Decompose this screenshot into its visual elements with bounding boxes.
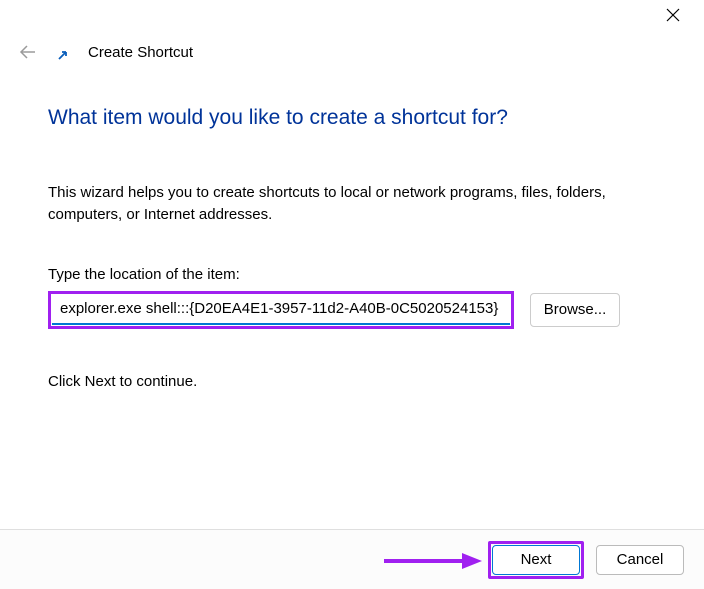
back-arrow-icon[interactable] xyxy=(18,42,38,62)
arrow-annotation xyxy=(382,551,482,571)
wizard-content: What item would you like to create a sho… xyxy=(0,62,704,390)
description-text: This wizard helps you to create shortcut… xyxy=(48,182,656,226)
close-button[interactable] xyxy=(666,8,682,24)
wizard-header: Create Shortcut xyxy=(0,0,704,62)
input-annotation-highlight xyxy=(48,291,514,329)
wizard-title: Create Shortcut xyxy=(88,44,193,61)
location-label: Type the location of the item: xyxy=(48,266,656,283)
page-title: What item would you like to create a sho… xyxy=(48,106,656,130)
continue-instruction: Click Next to continue. xyxy=(48,373,656,390)
input-row: Browse... xyxy=(48,291,656,329)
cancel-button[interactable]: Cancel xyxy=(596,545,684,575)
wizard-footer: Next Cancel xyxy=(0,529,704,589)
browse-button[interactable]: Browse... xyxy=(530,293,620,327)
location-input[interactable] xyxy=(52,295,510,325)
shortcut-icon xyxy=(56,48,70,62)
next-annotation-highlight: Next xyxy=(488,541,584,579)
next-button[interactable]: Next xyxy=(492,545,580,575)
